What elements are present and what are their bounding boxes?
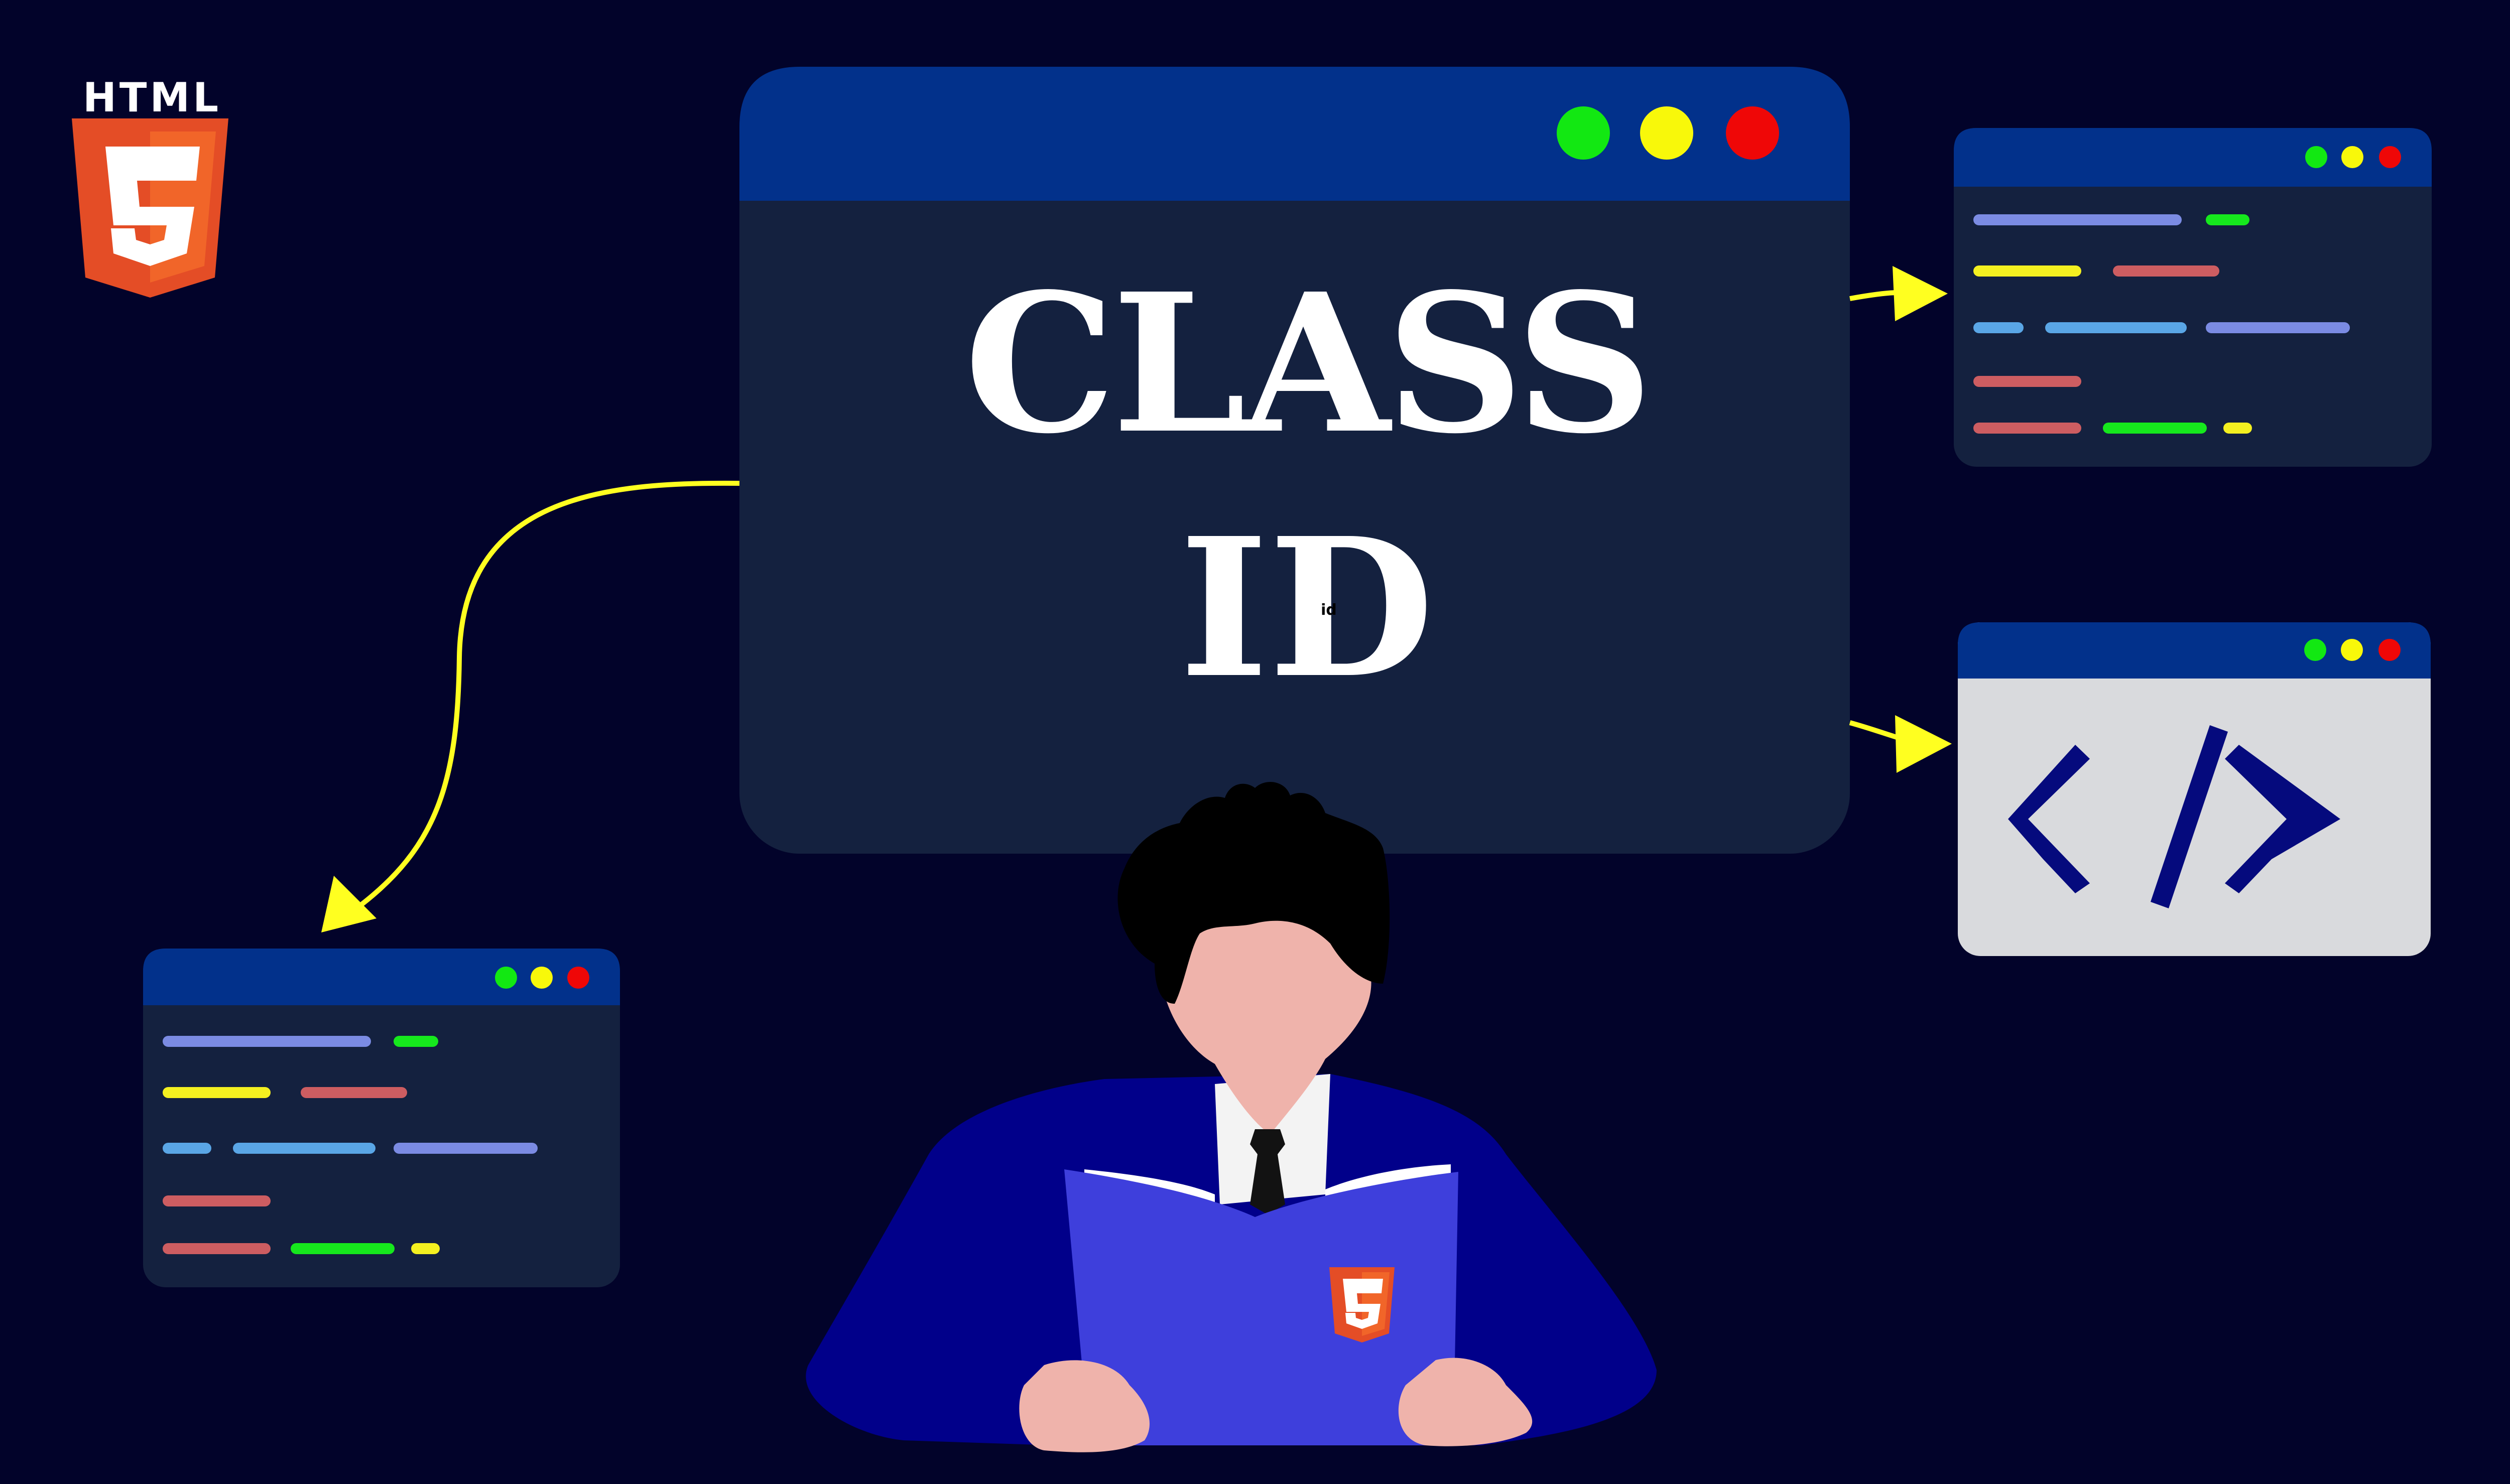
dot-green: [495, 967, 517, 989]
window-dot-yellow: [1640, 106, 1693, 160]
arrowhead-bottom-right-icon: [1895, 715, 1952, 773]
dot-red: [2379, 146, 2401, 168]
id-title: ID: [1179, 496, 1434, 720]
dot-yellow: [531, 967, 553, 989]
html5-logo: HTML: [72, 74, 228, 298]
arrow-to-left-window: [354, 480, 740, 910]
dot-green: [2304, 639, 2326, 661]
dot-red: [567, 967, 589, 989]
main-window: CLASS ID id: [739, 67, 1850, 854]
class-title: CLASS: [964, 251, 1650, 476]
dot-red: [2378, 639, 2401, 661]
html5-shield-icon: [72, 118, 228, 298]
code-window-top-right: [1954, 128, 2432, 467]
dot-yellow: [2341, 639, 2363, 661]
arrowhead-left-icon: [321, 876, 376, 932]
code-window-left: [143, 949, 620, 1287]
html-logo-text: HTML: [83, 74, 221, 121]
illustration-svg: HTML CLASS ID id: [72, 67, 2432, 1452]
illustration-canvas: HTML CLASS ID id: [0, 0, 2510, 1482]
window-dot-red: [1726, 106, 1779, 160]
arrowhead-top-right-icon: [1893, 266, 1948, 321]
person-reading-book-illustration: [806, 782, 1657, 1452]
id-small-label: id: [1321, 601, 1337, 619]
tie: [1250, 1129, 1285, 1215]
dot-yellow: [2341, 146, 2363, 168]
code-window-bottom-right: [1958, 622, 2431, 956]
dot-green: [2305, 146, 2327, 168]
window-dot-green: [1557, 106, 1610, 160]
html5-shield-icon: [1329, 1267, 1395, 1342]
